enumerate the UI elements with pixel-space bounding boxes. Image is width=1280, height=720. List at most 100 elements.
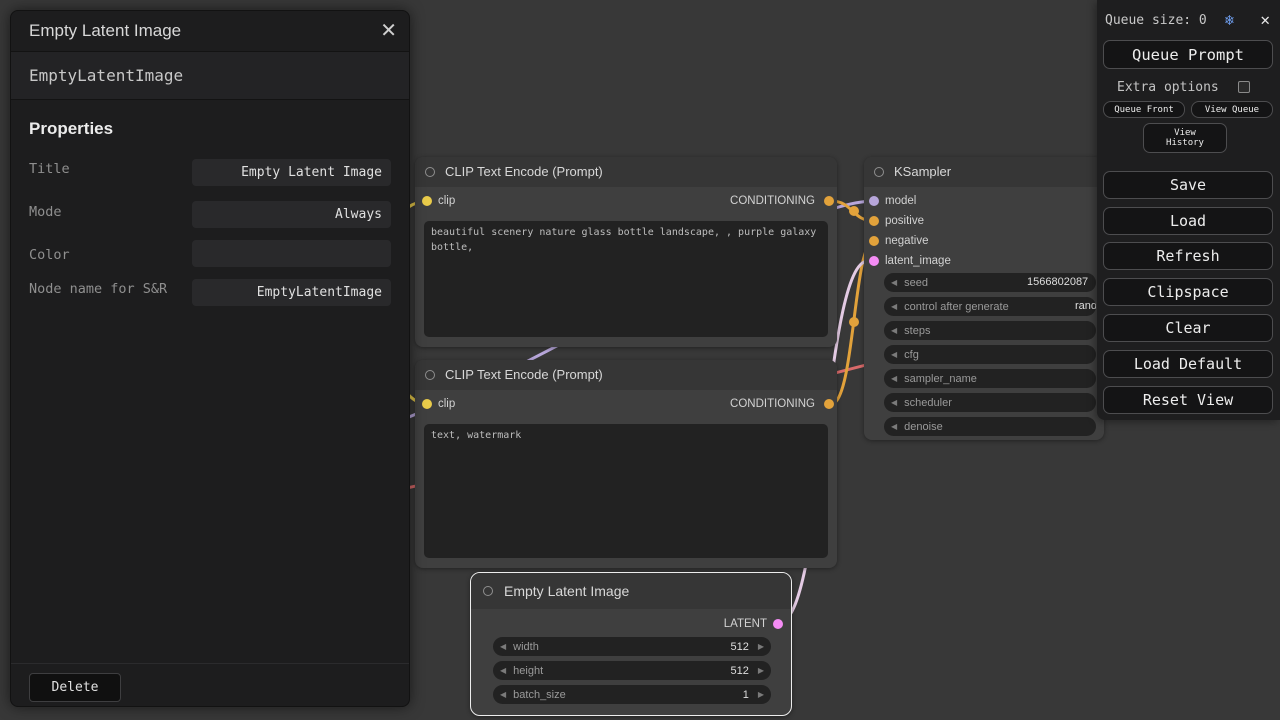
close-dialog-icon[interactable]: ✕	[380, 18, 397, 43]
decrement-arrow-icon[interactable]: ◀	[891, 273, 897, 292]
decrement-arrow-icon[interactable]: ◀	[500, 637, 506, 656]
node-header[interactable]: Empty Latent Image	[471, 573, 791, 609]
dialog-title: Empty Latent Image	[29, 11, 181, 51]
collapse-dot-icon[interactable]	[483, 586, 493, 596]
decrement-arrow-icon[interactable]: ◀	[891, 417, 897, 436]
cfg-widget[interactable]: ◀ cfg	[884, 345, 1096, 364]
conditioning-output-port[interactable]	[824, 399, 834, 409]
scheduler-widget[interactable]: ◀ scheduler	[884, 393, 1096, 412]
reset-view-button[interactable]: Reset View	[1103, 386, 1273, 414]
control-after-generate-widget[interactable]: ◀ control after generate randomize	[884, 297, 1096, 316]
extra-options-checkbox[interactable]	[1238, 81, 1250, 93]
node-empty-latent-image[interactable]: Empty Latent Image LATENT ◀ width 512 ▶ …	[470, 572, 792, 716]
latent-output-port[interactable]	[773, 619, 783, 629]
prompt-textarea[interactable]: beautiful scenery nature glass bottle la…	[424, 221, 828, 337]
collapse-dot-icon[interactable]	[874, 167, 884, 177]
color-field-input[interactable]	[192, 240, 391, 267]
negative-input-label: negative	[885, 233, 928, 249]
comfy-menu: Queue size: 0 ❄ ✕ Queue Prompt Extra opt…	[1097, 0, 1280, 420]
widget-value: 1566802087	[1027, 273, 1088, 292]
node-header[interactable]: KSampler	[864, 157, 1104, 187]
widget-label: steps	[904, 325, 930, 337]
close-menu-icon[interactable]: ✕	[1260, 10, 1270, 29]
node-title: KSampler	[894, 157, 951, 187]
node-header[interactable]: CLIP Text Encode (Prompt)	[415, 157, 837, 187]
title-field-label: Title	[29, 161, 70, 178]
refresh-button[interactable]: Refresh	[1103, 242, 1273, 270]
save-button[interactable]: Save	[1103, 171, 1273, 199]
link-midpoint-dot	[849, 317, 859, 327]
widget-value: randomize	[1075, 297, 1096, 316]
widget-label: control after generate	[904, 301, 1009, 313]
clipspace-button[interactable]: Clipspace	[1103, 278, 1273, 306]
load-button[interactable]: Load	[1103, 207, 1273, 235]
widget-label: sampler_name	[904, 373, 977, 385]
widget-value: 1	[743, 689, 749, 701]
model-input-label: model	[885, 193, 916, 209]
latent-image-input-port[interactable]	[869, 256, 879, 266]
negative-input-port[interactable]	[869, 236, 879, 246]
clip-input-label: clip	[438, 396, 455, 412]
collapse-dot-icon[interactable]	[425, 167, 435, 177]
increment-arrow-icon[interactable]: ▶	[758, 661, 764, 680]
widget-label: width	[513, 641, 730, 653]
widget-label: batch_size	[513, 689, 743, 701]
node-type-row: EmptyLatentImage	[11, 52, 409, 100]
mode-field-label: Mode	[29, 204, 62, 221]
decrement-arrow-icon[interactable]: ◀	[500, 685, 506, 704]
decrement-arrow-icon[interactable]: ◀	[891, 345, 897, 364]
queue-prompt-button[interactable]: Queue Prompt	[1103, 40, 1273, 69]
node-name-field-label: Node name for S&R	[29, 281, 179, 298]
view-history-button[interactable]: View History	[1143, 123, 1227, 153]
node-name-field-input[interactable]: EmptyLatentImage	[192, 279, 391, 306]
clip-input-port[interactable]	[422, 196, 432, 206]
conditioning-output-label: CONDITIONING	[730, 193, 815, 209]
node-ksampler[interactable]: KSampler model positive negative latent_…	[864, 157, 1104, 440]
node-type-label: EmptyLatentImage	[29, 52, 183, 99]
node-clip-text-encode-1[interactable]: CLIP Text Encode (Prompt) clip CONDITION…	[415, 157, 837, 347]
conditioning-output-label: CONDITIONING	[730, 396, 815, 412]
widget-label: scheduler	[904, 397, 952, 409]
height-widget[interactable]: ◀ height 512 ▶	[493, 661, 771, 680]
mode-field-input[interactable]: Always	[192, 201, 391, 228]
widget-label: denoise	[904, 421, 943, 433]
link-midpoint-dot	[849, 206, 859, 216]
node-title: Empty Latent Image	[504, 573, 629, 609]
sampler-name-widget[interactable]: ◀ sampler_name	[884, 369, 1096, 388]
snowflake-icon[interactable]: ❄	[1225, 11, 1234, 29]
queue-front-button[interactable]: Queue Front	[1103, 101, 1185, 118]
node-properties-dialog: Empty Latent Image ✕ EmptyLatentImage Pr…	[10, 10, 410, 707]
decrement-arrow-icon[interactable]: ◀	[891, 321, 897, 340]
widget-label: seed	[904, 277, 928, 289]
denoise-widget[interactable]: ◀ denoise	[884, 417, 1096, 436]
collapse-dot-icon[interactable]	[425, 370, 435, 380]
delete-button[interactable]: Delete	[29, 673, 121, 702]
properties-heading: Properties	[29, 119, 113, 139]
clip-input-label: clip	[438, 193, 455, 209]
latent-output-label: LATENT	[724, 616, 767, 632]
increment-arrow-icon[interactable]: ▶	[758, 637, 764, 656]
clear-button[interactable]: Clear	[1103, 314, 1273, 342]
title-field-input[interactable]: Empty Latent Image	[192, 159, 391, 186]
node-title: CLIP Text Encode (Prompt)	[445, 157, 603, 187]
width-widget[interactable]: ◀ width 512 ▶	[493, 637, 771, 656]
positive-input-port[interactable]	[869, 216, 879, 226]
view-queue-button[interactable]: View Queue	[1191, 101, 1273, 118]
steps-widget[interactable]: ◀ steps	[884, 321, 1096, 340]
seed-widget[interactable]: ◀ seed 1566802087	[884, 273, 1096, 292]
node-clip-text-encode-2[interactable]: CLIP Text Encode (Prompt) clip CONDITION…	[415, 360, 837, 568]
conditioning-output-port[interactable]	[824, 196, 834, 206]
widget-label: cfg	[904, 349, 919, 361]
decrement-arrow-icon[interactable]: ◀	[891, 393, 897, 412]
clip-input-port[interactable]	[422, 399, 432, 409]
model-input-port[interactable]	[869, 196, 879, 206]
decrement-arrow-icon[interactable]: ◀	[891, 297, 897, 316]
decrement-arrow-icon[interactable]: ◀	[500, 661, 506, 680]
prompt-textarea[interactable]: text, watermark	[424, 424, 828, 558]
color-field-label: Color	[29, 247, 70, 264]
increment-arrow-icon[interactable]: ▶	[758, 685, 764, 704]
load-default-button[interactable]: Load Default	[1103, 350, 1273, 378]
batch-size-widget[interactable]: ◀ batch_size 1 ▶	[493, 685, 771, 704]
node-header[interactable]: CLIP Text Encode (Prompt)	[415, 360, 837, 390]
decrement-arrow-icon[interactable]: ◀	[891, 369, 897, 388]
